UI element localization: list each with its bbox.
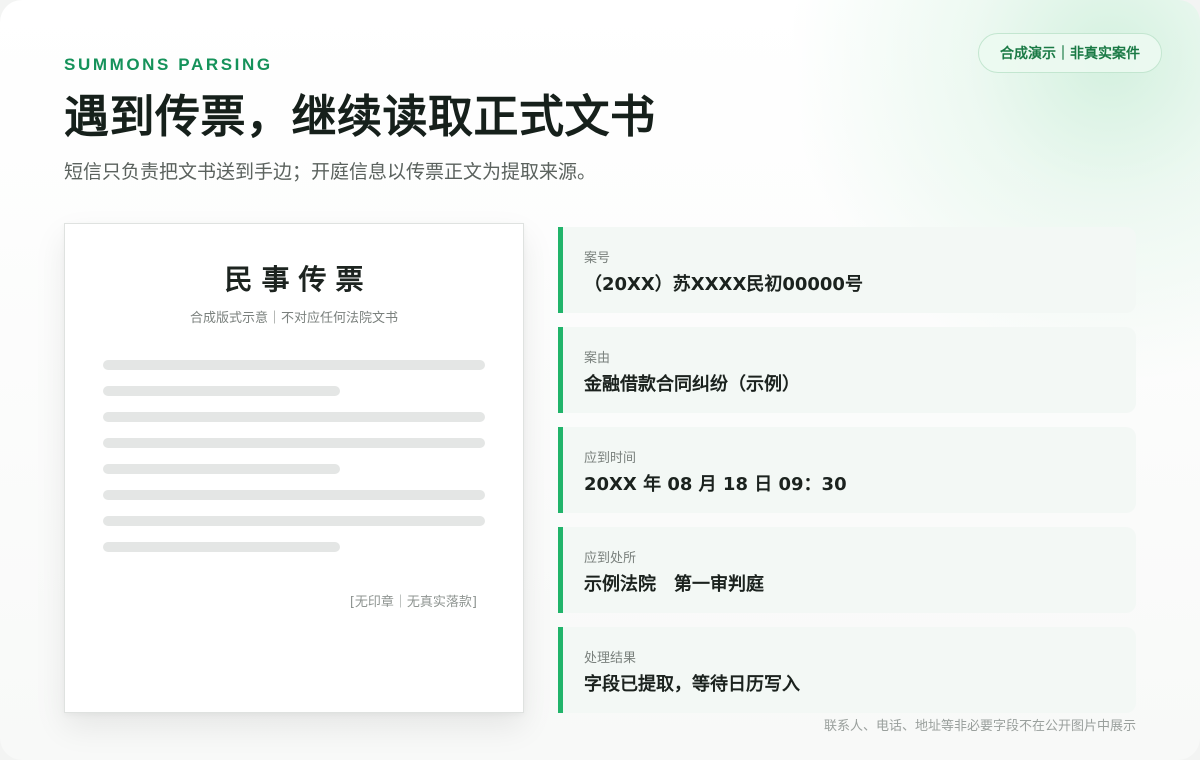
placeholder-text-line	[103, 386, 340, 396]
field-label: 案号	[584, 251, 611, 266]
field-value: 20XX 年 08 月 18 日 09：30	[584, 474, 847, 495]
page-title: 遇到传票，继续读取正式文书	[64, 90, 656, 143]
document-stamp-note: [无印章｜无真实落款]	[349, 595, 477, 610]
field-label: 应到处所	[584, 551, 637, 566]
synthetic-demo-badge: 合成演示｜非真实案件	[978, 33, 1162, 73]
placeholder-text-line	[103, 412, 485, 422]
placeholder-text-line	[103, 542, 340, 552]
placeholder-text-line	[103, 490, 485, 500]
privacy-footnote: 联系人、电话、地址等非必要字段不在公开图片中展示	[823, 719, 1136, 734]
field-case-cause: 案由 金融借款合同纠纷（示例）	[558, 327, 1136, 413]
section-eyebrow: SUMMONS PARSING	[64, 55, 273, 74]
field-value: 示例法院 第一审判庭	[584, 574, 764, 595]
field-processing-result: 处理结果 字段已提取，等待日历写入	[558, 627, 1136, 713]
document-title: 民事传票	[224, 263, 373, 296]
field-label: 应到时间	[584, 451, 637, 466]
document-subtitle: 合成版式示意｜不对应任何法院文书	[189, 311, 398, 326]
field-appearance-place: 应到处所 示例法院 第一审判庭	[558, 527, 1136, 613]
summons-parsing-canvas: SUMMONS PARSING 遇到传票，继续读取正式文书 短信只负责把文书送到…	[0, 0, 1200, 760]
placeholder-text-line	[103, 360, 485, 370]
summons-document-preview: 民事传票 合成版式示意｜不对应任何法院文书 [无印章｜无真实落款]	[64, 223, 524, 713]
field-label: 案由	[584, 351, 611, 366]
field-value: 字段已提取，等待日历写入	[584, 674, 800, 695]
field-case-number: 案号 （20XX）苏XXXX民初00000号	[558, 227, 1136, 313]
field-value: 金融借款合同纠纷（示例）	[584, 374, 800, 395]
field-label: 处理结果	[584, 651, 637, 666]
placeholder-text-line	[103, 516, 485, 526]
placeholder-text-line	[103, 438, 485, 448]
placeholder-text-line	[103, 464, 340, 474]
field-value: （20XX）苏XXXX民初00000号	[584, 274, 863, 295]
field-appearance-time: 应到时间 20XX 年 08 月 18 日 09：30	[558, 427, 1136, 513]
page-subtitle: 短信只负责把文书送到手边；开庭信息以传票正文为提取来源。	[64, 161, 597, 183]
